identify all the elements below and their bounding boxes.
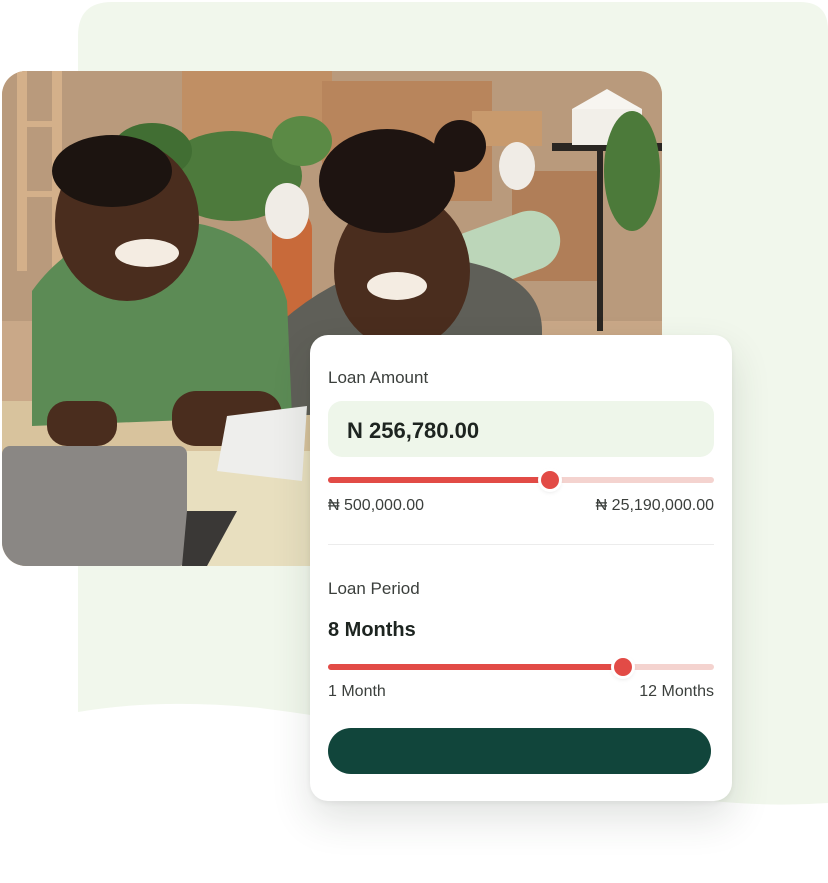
- section-divider: [328, 544, 714, 545]
- loan-period-slider[interactable]: [328, 658, 714, 676]
- loan-period-slider-thumb[interactable]: [614, 658, 633, 676]
- loan-period-value: 8 Months: [328, 619, 416, 641]
- loan-period-max-label: 12 Months: [639, 683, 714, 700]
- loan-amount-value: N 256,780.00: [347, 418, 480, 443]
- loan-calculator-card: Loan Amount N 256,780.00 ₦ 500,000.00 ₦ …: [310, 335, 732, 801]
- apply-button[interactable]: [328, 728, 711, 774]
- loan-amount-label: Loan Amount: [328, 368, 429, 387]
- loan-amount-min-label: ₦ 500,000.00: [328, 497, 425, 514]
- loan-amount-max-label: ₦ 25,190,000.00: [595, 497, 714, 514]
- loan-amount-slider-thumb[interactable]: [540, 471, 559, 489]
- loan-period-slider-fill: [328, 664, 624, 670]
- loan-period-min-label: 1 Month: [328, 683, 386, 700]
- loan-amount-slider-fill: [328, 477, 550, 483]
- loan-period-label: Loan Period: [328, 579, 420, 598]
- loan-amount-input[interactable]: N 256,780.00: [328, 401, 714, 457]
- loan-amount-slider[interactable]: [328, 471, 714, 489]
